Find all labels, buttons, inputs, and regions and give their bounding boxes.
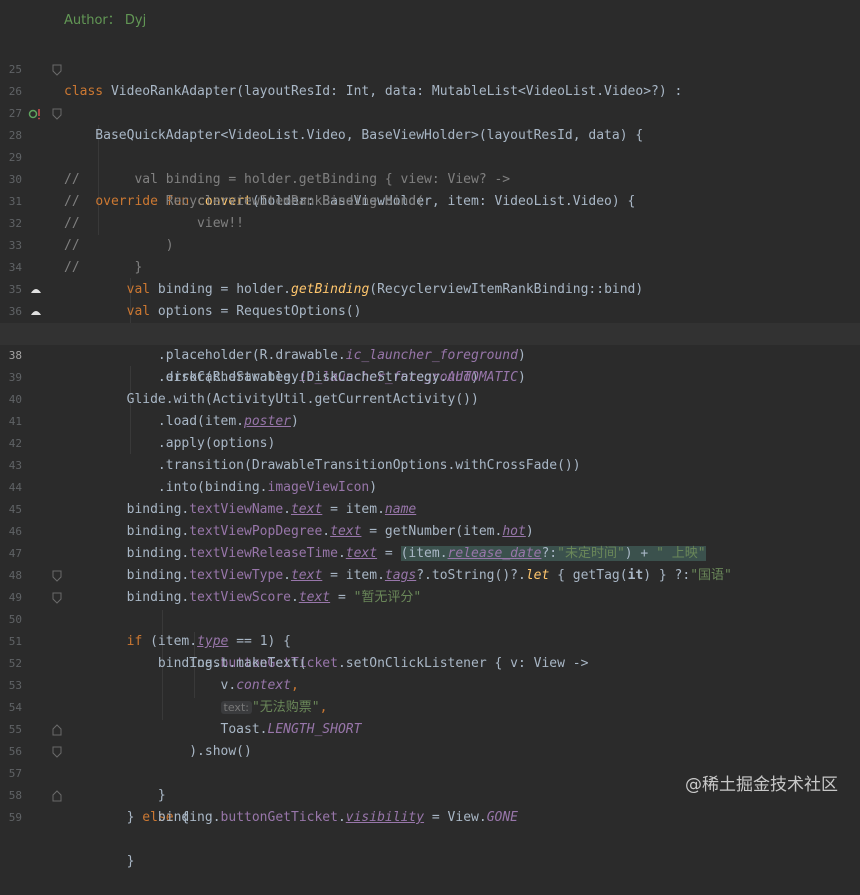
author-doc-comment: Author： Dyj [64, 10, 146, 32]
code-line[interactable]: 32 // ) [0, 191, 860, 253]
code-line[interactable]: 37 .error(R.drawable.ic_launcher_foregro… [0, 301, 860, 385]
code-line[interactable]: 50 binding.buttonGetTicket.setOnClickLis… [0, 587, 860, 671]
code-line[interactable]: 27 [0, 81, 860, 120]
code-line[interactable]: 42 .transition(DrawableTransitionOptions… [0, 411, 860, 473]
code-line[interactable]: 54 Toast.LENGTH_SHORT [0, 675, 860, 737]
watermark: @稀土掘金技术社区 [685, 775, 838, 795]
code-line-current[interactable]: 38 .diskCacheStrategy(DiskCacheStrategy.… [0, 323, 860, 385]
code-line[interactable]: 35 val options = RequestOptions() [0, 257, 860, 319]
code-line[interactable]: 44 binding.textViewName.text = item.name [0, 455, 860, 517]
code-line[interactable]: 55 ).show() [0, 697, 860, 759]
code-line[interactable]: 26 BaseQuickAdapter<VideoList.Video, Bas… [0, 59, 860, 143]
code-line[interactable]: 48 binding.textViewScore.text = "暂无评分" [0, 543, 860, 605]
line-number: 59 [8, 811, 22, 824]
code-line[interactable]: 29 // val binding = holder.getBinding { … [0, 125, 860, 187]
code-line[interactable]: 30 // RecyclerviewItemRankBinding.bind( [0, 147, 860, 209]
code-editor[interactable]: Author： Dyj 25 class VideoRankAdapter(la… [0, 0, 860, 869]
code-line[interactable]: 46 binding.textViewReleaseTime.text = (i… [0, 499, 860, 561]
fold-icon[interactable] [52, 570, 62, 582]
constant: GONE [486, 810, 518, 825]
code-line[interactable]: 31 // view!! [0, 169, 860, 231]
code-text: binding.buttonGetTicket.visibility = Vie… [64, 807, 518, 829]
resource-preview-icon[interactable] [30, 306, 42, 318]
fold-end-icon[interactable] [52, 724, 62, 736]
code-line[interactable]: 57 } else { [0, 741, 860, 825]
code-line[interactable]: 28 override fun convert(holder: BaseView… [0, 103, 860, 209]
fold-icon[interactable] [52, 592, 62, 604]
fold-icon[interactable] [52, 64, 62, 76]
property: buttonGetTicket [220, 810, 338, 825]
fold-icon[interactable] [52, 108, 62, 120]
code-text: } [64, 854, 135, 869]
code-line[interactable]: 56 } [0, 719, 860, 803]
code-line[interactable]: 36 .placeholder(R.drawable.ic_launcher_f… [0, 279, 860, 363]
code-line[interactable]: 25 class VideoRankAdapter(layoutResId: I… [0, 37, 860, 99]
code-line[interactable]: 43 .into(binding.imageViewIcon) [0, 433, 860, 495]
code-segment: binding. [64, 810, 221, 825]
property: visibility [345, 810, 425, 825]
fold-end-icon[interactable] [52, 790, 62, 802]
code-line[interactable]: 52 v.context, [0, 631, 860, 693]
code-line[interactable]: 49 if (item.type == 1) { [0, 565, 860, 649]
resource-preview-icon[interactable] [30, 284, 42, 296]
code-line[interactable]: 33 // } [0, 213, 860, 275]
code-line[interactable]: 51 Toast.makeText( [0, 609, 860, 671]
override-marker-icon[interactable] [28, 108, 42, 120]
code-line[interactable]: 53 text: "无法购票", [0, 653, 860, 715]
author-text: Author： Dyj [64, 13, 147, 28]
code-line[interactable]: 39 Glide.with(ActivityUtil.getCurrentAct… [0, 345, 860, 407]
code-segment: = View. [424, 810, 487, 825]
code-line[interactable]: 41 .apply(options) [0, 389, 860, 451]
code-line[interactable]: 47 binding.textViewType.text = item.tags… [0, 521, 860, 583]
fold-icon[interactable] [52, 746, 62, 758]
code-segment: . [337, 810, 346, 825]
code-line[interactable]: 34 val binding = holder.getBinding(Recyc… [0, 235, 860, 297]
code-line[interactable]: 45 binding.textViewPopDegree.text = getN… [0, 477, 860, 539]
code-line[interactable]: 40 .load(item.poster) [0, 367, 860, 429]
